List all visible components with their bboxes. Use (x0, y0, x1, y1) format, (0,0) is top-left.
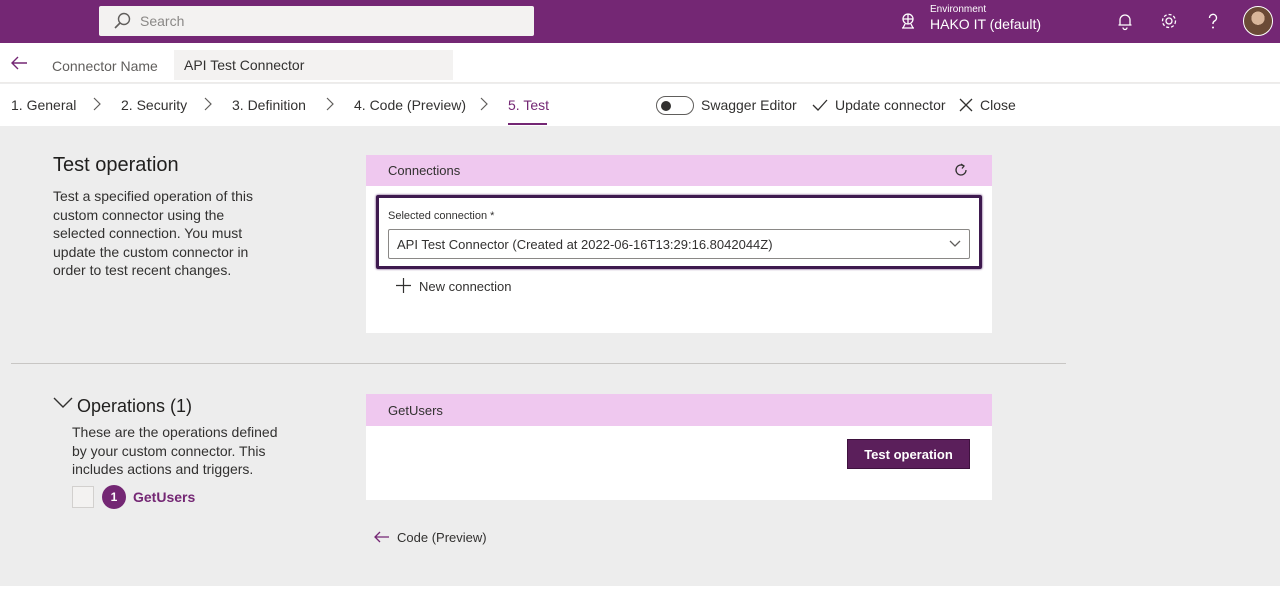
tab-test[interactable]: 5. Test (508, 97, 549, 113)
connections-title: Connections (388, 163, 461, 178)
active-tab-indicator (508, 123, 547, 125)
search-box[interactable]: Search (99, 6, 534, 36)
search-placeholder: Search (140, 13, 185, 29)
connector-name-label: Connector Name (52, 58, 158, 74)
tab-definition[interactable]: 3. Definition (232, 97, 306, 113)
test-operation-description: Test a specified operation of this custo… (53, 188, 254, 278)
back-arrow-icon[interactable] (10, 55, 28, 71)
chevron-down-icon (949, 240, 961, 247)
close-icon (959, 98, 973, 112)
getusers-card: GetUsers Test operation (366, 394, 992, 500)
swagger-editor-label: Swagger Editor (701, 97, 797, 113)
selected-connection-dropdown[interactable]: API Test Connector (Created at 2022-06-1… (388, 229, 970, 259)
help-icon[interactable] (1203, 11, 1223, 31)
environment-value: HAKO IT (default) (930, 16, 1042, 32)
checkmark-icon (812, 99, 828, 111)
connector-name-row: Connector Name (0, 43, 1280, 83)
operations-heading: Operations (1) (77, 396, 193, 416)
test-operation-button[interactable]: Test operation (847, 439, 970, 469)
getusers-title: GetUsers (388, 402, 443, 418)
chevron-down-icon[interactable] (53, 397, 73, 409)
back-to-code-button[interactable]: Code (Preview) (397, 530, 487, 545)
connector-name-input[interactable] (174, 50, 453, 80)
tab-general[interactable]: 1. General (11, 97, 76, 113)
bell-icon[interactable] (1115, 11, 1135, 31)
wizard-steps: 1. General 2. Security 3. Definition 4. … (0, 84, 1280, 126)
gear-icon[interactable] (1159, 11, 1179, 31)
avatar[interactable] (1243, 6, 1273, 36)
update-connector-button[interactable]: Update connector (835, 97, 946, 113)
chevron-right-icon (93, 97, 101, 111)
top-bar: Search Environment HAKO IT (default) (0, 0, 1280, 43)
swagger-editor-toggle[interactable] (656, 96, 694, 115)
environment-picker[interactable]: Environment HAKO IT (default) (930, 4, 1041, 33)
new-connection-button[interactable]: New connection (419, 279, 512, 294)
tab-security[interactable]: 2. Security (121, 97, 187, 113)
chevron-right-icon (480, 97, 488, 111)
connections-card: Connections Selected connection * API Te… (366, 155, 992, 333)
refresh-icon[interactable] (954, 163, 968, 177)
test-operation-heading: Test operation (53, 154, 179, 176)
operation-item-getusers[interactable]: GetUsers (133, 489, 195, 505)
environment-label: Environment (930, 4, 987, 15)
plus-icon (396, 278, 411, 293)
getusers-header: GetUsers (366, 394, 992, 426)
selected-connection-label: Selected connection * (388, 210, 495, 222)
toggle-knob (661, 101, 671, 111)
search-icon (114, 12, 131, 29)
environment-icon[interactable] (899, 12, 917, 30)
close-button[interactable]: Close (980, 97, 1016, 113)
connections-header: Connections (366, 155, 992, 186)
operation-number-badge: 1 (102, 485, 126, 509)
chevron-right-icon (204, 97, 212, 111)
section-divider (11, 363, 1066, 364)
operations-description: These are the operations defined by your… (72, 424, 278, 477)
operation-checkbox[interactable] (72, 486, 94, 508)
back-arrow-icon (374, 531, 389, 543)
selected-connection-value: API Test Connector (Created at 2022-06-1… (397, 237, 773, 252)
chevron-right-icon (326, 97, 334, 111)
tab-code-preview[interactable]: 4. Code (Preview) (354, 97, 466, 113)
